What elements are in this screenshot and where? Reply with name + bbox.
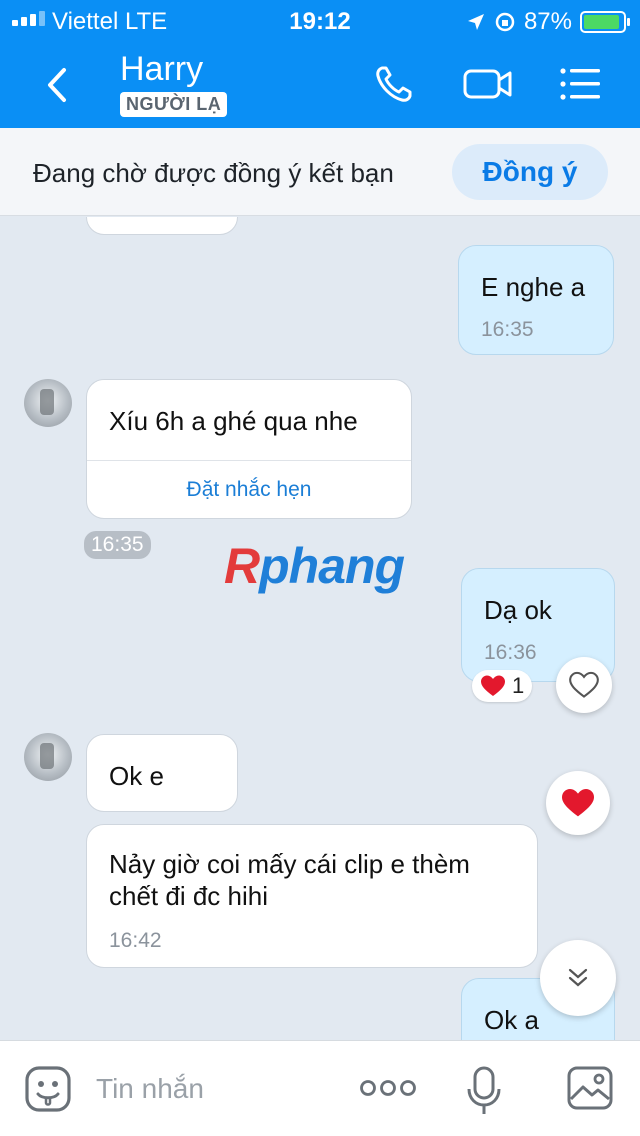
battery-icon	[580, 11, 630, 33]
battery-percent: 87%	[523, 8, 572, 35]
sticker-icon[interactable]	[24, 1065, 72, 1113]
heart-icon	[481, 675, 505, 696]
reaction-summary[interactable]: 1	[472, 670, 533, 702]
message-time: 16:35	[84, 531, 151, 559]
react-button[interactable]	[546, 771, 610, 835]
contact-name[interactable]: Harry	[120, 50, 203, 89]
microphone-icon[interactable]	[466, 1065, 502, 1117]
back-icon[interactable]	[36, 60, 76, 110]
battery-level	[584, 15, 619, 29]
status-bar: Viettel LTE 19:12 87%	[0, 0, 640, 40]
heart-outline-icon	[569, 671, 599, 698]
video-call-icon[interactable]	[462, 62, 514, 106]
image-gallery-icon[interactable]	[566, 1065, 614, 1111]
composer-bar: Tin nhắn	[0, 1040, 640, 1136]
message-bubble-incoming[interactable]: Ok e	[86, 734, 238, 812]
message-text-line: chết đi đc hihi	[109, 881, 268, 911]
scroll-down-button[interactable]	[540, 940, 616, 1016]
watermark-r: R	[224, 538, 260, 594]
menu-icon[interactable]	[558, 62, 602, 106]
friend-request-bar: Đang chờ được đồng ý kết bạn Đồng ý	[0, 128, 640, 216]
status-right: 87%	[466, 8, 630, 36]
message-text: Xíu 6h a ghé qua nhe	[109, 406, 358, 436]
watermark-logo: Rphang	[224, 537, 405, 595]
stranger-badge: NGƯỜI LẠ	[120, 92, 228, 117]
message-time: 16:36	[484, 641, 537, 664]
message-time: 16:42	[109, 929, 162, 952]
message-bubble-outgoing[interactable]: E nghe a 16:35	[458, 245, 614, 355]
more-options-icon[interactable]	[360, 1077, 416, 1099]
phone-icon[interactable]	[372, 62, 416, 106]
avatar[interactable]	[24, 379, 72, 427]
rotation-lock-icon	[495, 12, 515, 32]
location-icon	[467, 14, 484, 30]
message-text: E nghe a	[481, 272, 586, 302]
avatar[interactable]	[24, 733, 72, 781]
message-time: 16:35	[481, 318, 534, 341]
divider	[87, 460, 411, 461]
message-bubble-partial[interactable]	[86, 217, 238, 235]
watermark-text: phang	[259, 538, 405, 594]
react-button[interactable]	[556, 657, 612, 713]
set-reminder-link[interactable]: Đặt nhắc hẹn	[87, 478, 411, 502]
message-text: Ok a	[484, 1005, 539, 1035]
double-chevron-down-icon	[568, 968, 588, 987]
chat-header: Viettel LTE 19:12 87% Harry NGƯỜI LẠ	[0, 0, 640, 128]
message-text: Dạ ok	[484, 595, 552, 625]
accept-friend-button[interactable]: Đồng ý	[452, 144, 608, 200]
message-bubble-incoming[interactable]: Nảy giờ coi mấy cái clip e thèm chết đi …	[86, 824, 538, 968]
message-bubble-incoming[interactable]: Xíu 6h a ghé qua nhe Đặt nhắc hẹn	[86, 379, 412, 519]
heart-icon	[562, 789, 594, 817]
message-text-line: Nảy giờ coi mấy cái clip e thèm	[109, 849, 470, 879]
message-text: Ok e	[109, 761, 164, 791]
friend-request-text: Đang chờ được đồng ý kết bạn	[33, 158, 394, 188]
message-input[interactable]: Tin nhắn	[96, 1073, 204, 1105]
reaction-count: 1	[512, 673, 525, 698]
chat-area[interactable]: E nghe a 16:35 Xíu 6h a ghé qua nhe Đặt …	[0, 217, 640, 1040]
